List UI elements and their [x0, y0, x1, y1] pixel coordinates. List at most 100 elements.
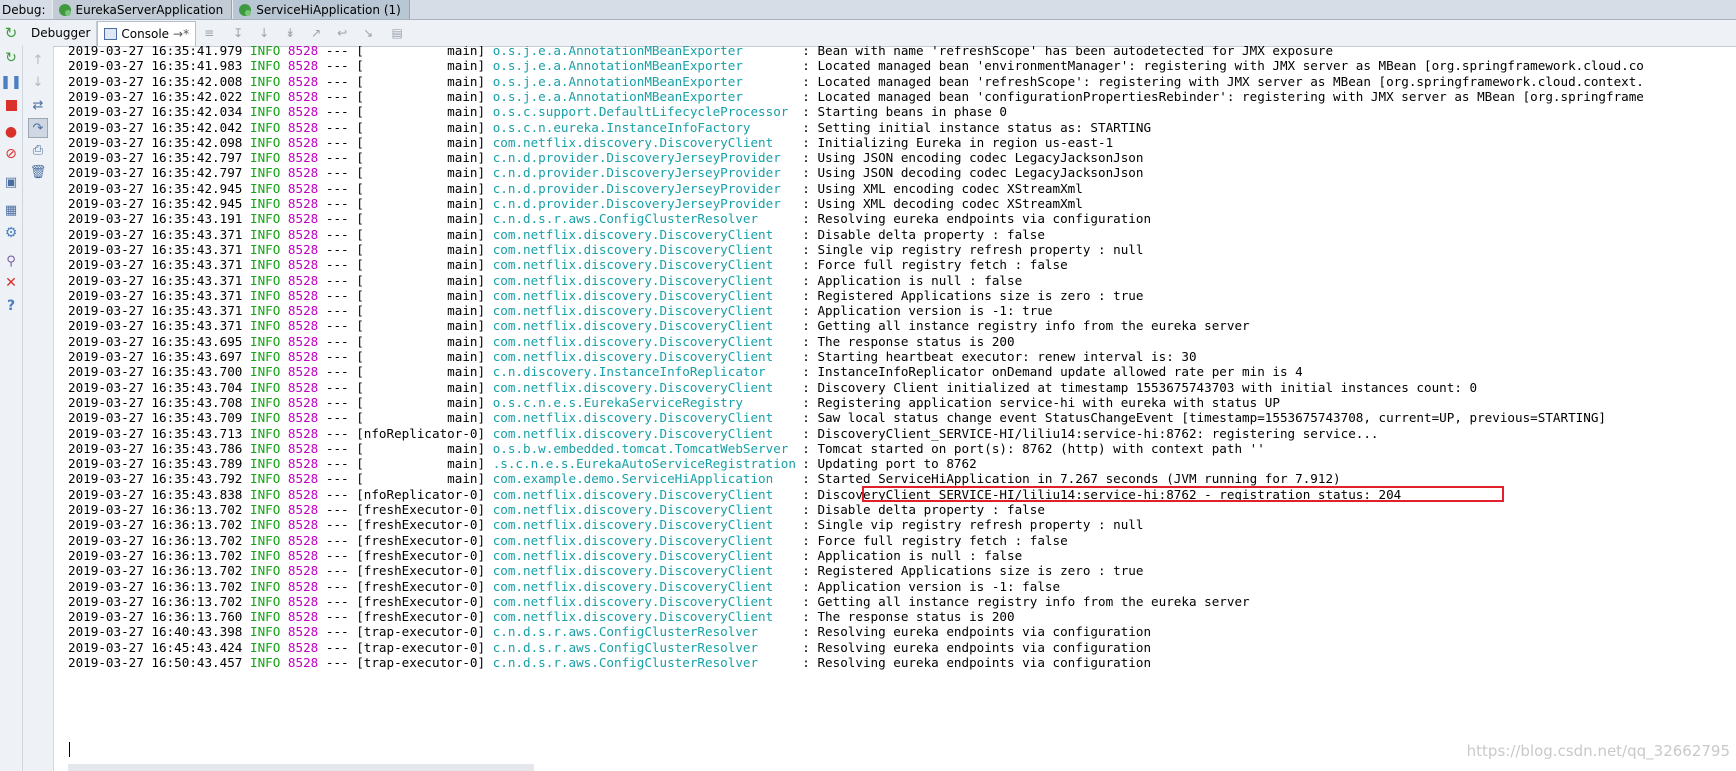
log-msg: : Single vip registry refresh property :… [802, 517, 1144, 533]
log-pid: 8528 [287, 303, 319, 319]
tab-debugger[interactable]: Debugger [25, 20, 98, 46]
log-pid: 8528 [287, 609, 319, 625]
log-thread: --- [freshExecutor-0] [325, 578, 486, 594]
log-thread: --- [ main] [325, 318, 486, 334]
log-pid: 8528 [287, 639, 319, 655]
log-ts: 2019-03-27 16:35:43.700 [68, 364, 243, 380]
log-pid: 8528 [287, 364, 319, 380]
resume-icon[interactable]: ↻ [3, 50, 19, 66]
camera-icon[interactable]: ▣ [3, 174, 19, 190]
console-icon [104, 28, 118, 40]
log-thread: --- [ main] [325, 165, 486, 181]
log-pid: 8528 [287, 333, 319, 349]
tab-eureka-server-application[interactable]: EurekaServerApplication [51, 0, 233, 19]
log-ts: 2019-03-27 16:35:42.797 [68, 150, 243, 166]
log-level: INFO [249, 73, 281, 89]
log-ts: 2019-03-27 16:35:42.008 [68, 73, 243, 89]
log-msg: : InstanceInfoReplicator onDemand update… [802, 364, 1303, 380]
step-out-icon[interactable]: ↗ [308, 25, 324, 41]
log-ts: 2019-03-27 16:35:43.789 [68, 456, 243, 472]
scroll-to-end-icon[interactable]: ↷ [28, 118, 48, 138]
log-thread: --- [ main] [325, 471, 486, 487]
log-pid: 8528 [287, 318, 319, 334]
show-execution-point-icon[interactable]: ≡ [201, 25, 217, 41]
log-thread: --- [ main] [325, 104, 486, 120]
evaluate-expression-icon[interactable]: ▤ [389, 25, 405, 41]
view-breakpoints-icon[interactable]: ● [3, 124, 19, 140]
pause-icon[interactable]: ❚❚ [0, 74, 22, 90]
log-level: INFO [249, 655, 281, 670]
log-pid: 8528 [287, 211, 319, 227]
gear-icon[interactable]: ⚙ [3, 225, 19, 241]
layout-icon[interactable]: ▦ [3, 202, 19, 218]
log-msg: : The response status is 200 [802, 333, 1015, 349]
log-msg: : Using XML decoding codec XStreamXml [802, 196, 1083, 211]
log-ts: 2019-03-27 16:35:43.371 [68, 318, 243, 334]
step-over-icon[interactable]: ↧ [230, 25, 246, 41]
debug-label: Debug: [2, 2, 46, 17]
soft-wrap-icon[interactable]: ⇄ [30, 97, 46, 113]
log-msg: : Getting all instance registry info fro… [802, 593, 1250, 609]
down-arrow-icon[interactable]: ↓ [30, 74, 46, 90]
console-pin-icon: →* [173, 27, 190, 41]
log-level: INFO [249, 150, 281, 166]
log-level: INFO [249, 46, 281, 58]
log-msg: : Force full registry fetch : false [802, 257, 1068, 273]
force-step-into-icon[interactable]: ↡ [282, 25, 298, 41]
log-thread: --- [ main] [325, 150, 486, 166]
log-level: INFO [249, 517, 281, 533]
mute-breakpoints-icon[interactable]: ⊘ [3, 146, 19, 162]
log-msg: : Registered Applications size is zero :… [802, 563, 1144, 579]
log-msg: : Application is null : false [802, 547, 1023, 563]
log-ts: 2019-03-27 16:35:43.709 [68, 410, 243, 426]
log-ts: 2019-03-27 16:36:13.702 [68, 517, 243, 533]
log-pid: 8528 [287, 410, 319, 426]
log-thread: --- [ main] [325, 394, 486, 410]
tab-console[interactable]: Console →* [97, 21, 197, 46]
clear-all-icon[interactable]: 🗑 [30, 164, 47, 180]
console-output[interactable]: 2019-03-27 16:35:41.979 INFO 8528 --- [ … [54, 46, 1736, 746]
spring-run-icon [58, 3, 71, 16]
log-level: INFO [249, 410, 281, 426]
log-msg: : Starting heartbeat executor: renew int… [802, 349, 1197, 364]
log-pid: 8528 [287, 287, 319, 303]
up-arrow-icon[interactable]: ↑ [30, 52, 46, 68]
log-thread: --- [ main] [325, 349, 486, 364]
log-ts: 2019-03-27 16:35:41.979 [68, 46, 243, 58]
watermark: https://blog.csdn.net/qq_32662795 [1466, 742, 1730, 760]
log-ts: 2019-03-27 16:35:43.371 [68, 226, 243, 242]
log-level: INFO [249, 425, 281, 441]
log-thread: --- [ main] [325, 333, 486, 349]
log-thread: --- [ main] [325, 226, 486, 242]
log-pid: 8528 [287, 73, 319, 89]
log-ts: 2019-03-27 16:36:13.702 [68, 593, 243, 609]
log-msg: : Resolving eureka endpoints via configu… [802, 639, 1152, 655]
log-pid: 8528 [287, 593, 319, 609]
log-msg: : Updating port to 8762 [802, 456, 977, 472]
rerun-icon[interactable]: ↻ [3, 24, 19, 42]
pin-icon[interactable]: ⚲ [3, 253, 19, 269]
run-to-cursor-icon[interactable]: ↘ [360, 25, 376, 41]
log-ts: 2019-03-27 16:45:43.424 [68, 639, 243, 655]
log-pid: 8528 [287, 502, 319, 517]
help-icon[interactable]: ? [3, 298, 19, 314]
log-pid: 8528 [287, 241, 319, 257]
step-into-icon[interactable]: ↓ [256, 25, 272, 41]
horizontal-scrollbar[interactable] [68, 764, 534, 771]
log-pid: 8528 [287, 532, 319, 548]
log-ts: 2019-03-27 16:35:42.945 [68, 196, 243, 211]
log-msg: : Discovery Client initialized at timest… [802, 379, 1478, 395]
drop-frame-icon[interactable]: ↩ [334, 25, 350, 41]
close-icon[interactable]: ✕ [3, 275, 19, 291]
stop-icon[interactable] [3, 97, 19, 113]
log-level: INFO [249, 211, 281, 227]
log-level: INFO [249, 379, 281, 395]
log-ts: 2019-03-27 16:36:13.702 [68, 563, 243, 579]
log-ts: 2019-03-27 16:35:43.371 [68, 287, 243, 303]
log-level: INFO [249, 593, 281, 609]
print-icon[interactable]: ⎙ [30, 142, 46, 158]
log-pid: 8528 [287, 226, 319, 242]
log-level: INFO [249, 303, 281, 319]
log-thread: --- [ main] [325, 180, 486, 196]
tab-service-hi-application[interactable]: ServiceHiApplication (1) [232, 0, 410, 19]
